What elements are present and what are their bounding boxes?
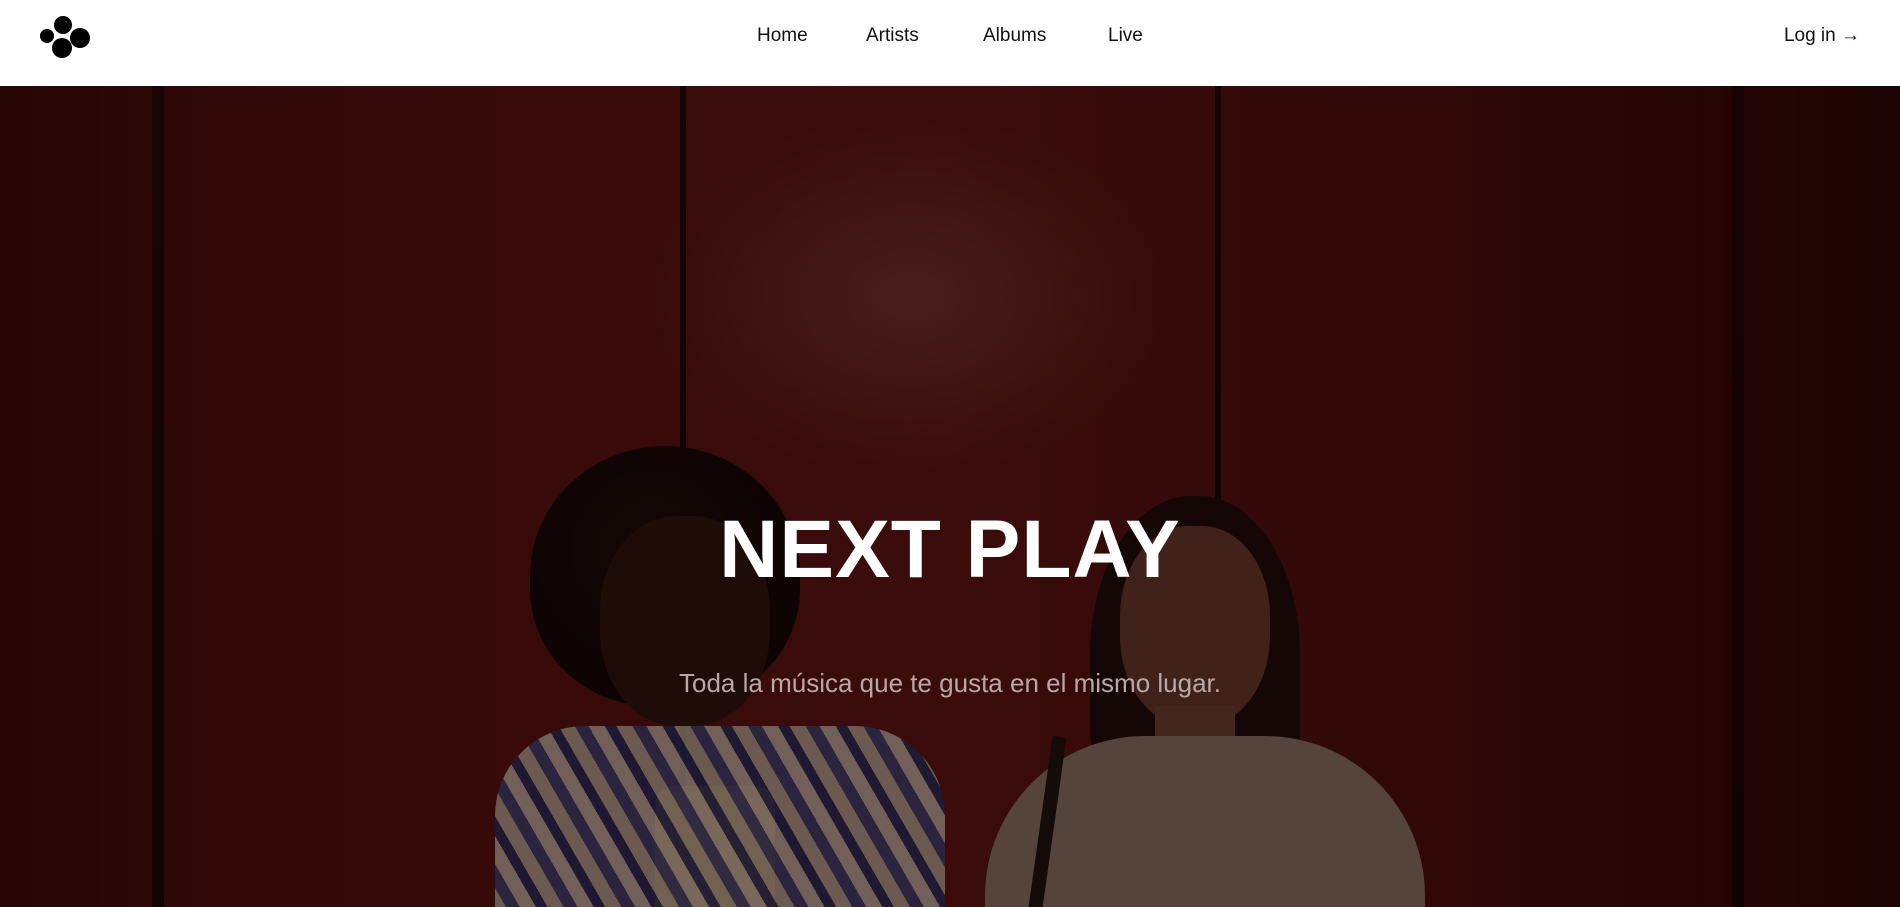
nav-link-home[interactable]: Home	[757, 24, 808, 48]
login-link[interactable]: Log in →	[1784, 24, 1860, 48]
hero-section	[0, 86, 1900, 907]
nav-link-artists[interactable]: Artists	[866, 24, 919, 48]
hero-subtitle: Toda la música que te gusta en el mismo …	[679, 668, 1221, 698]
hero-title: NEXT PLAY	[719, 503, 1181, 595]
navbar: Home Artists Albums Live Log in →	[0, 0, 1900, 86]
main-nav: Home Artists Albums Live	[0, 24, 1900, 48]
hero-overlay	[0, 86, 1900, 907]
nav-link-live[interactable]: Live	[1108, 24, 1143, 48]
page: Home Artists Albums Live Log in → NEXT P…	[0, 0, 1900, 907]
nav-link-albums[interactable]: Albums	[983, 24, 1046, 48]
